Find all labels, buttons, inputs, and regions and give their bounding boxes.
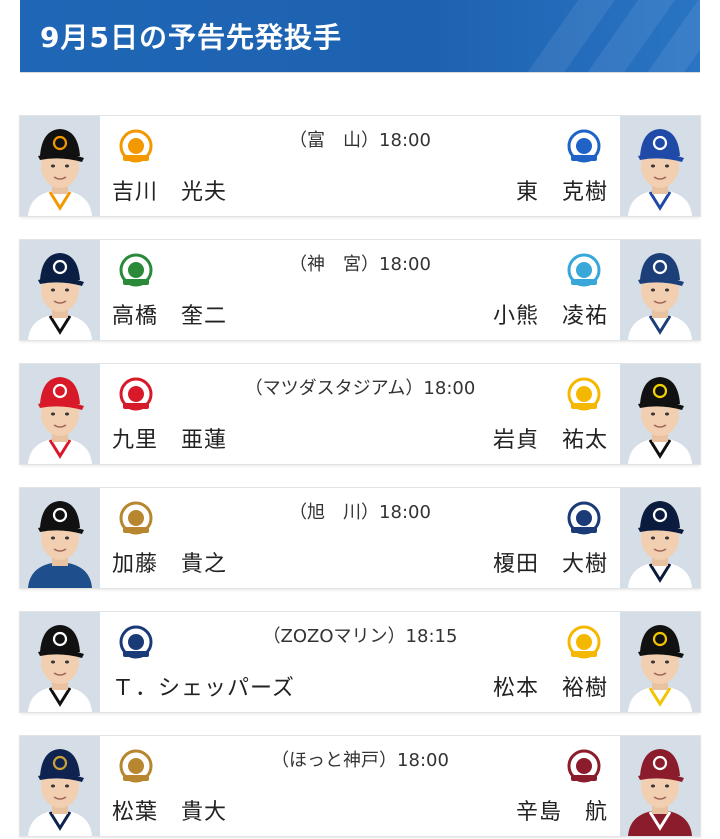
lions-logo-icon [562,498,606,538]
venue-time: （神 宮）18:00 [289,254,431,275]
right-pitcher-name[interactable]: 小熊 凌祐 [493,298,608,330]
hawks-logo-icon [562,622,606,662]
eagles-logo-icon [562,746,606,786]
page-title: 9月5日の予告先発投手 [40,21,342,54]
right-pitcher-photo [620,612,700,712]
tigers-logo-icon [562,374,606,414]
right-pitcher-name[interactable]: 松本 裕樹 [493,670,608,702]
dragons-logo-icon [562,250,606,290]
venue-time: （ほっと神戸）18:00 [271,750,449,771]
right-pitcher-name[interactable]: 岩貞 祐太 [493,422,608,454]
right-pitcher-photo [620,364,700,464]
left-pitcher-name[interactable]: 九里 亜蓮 [112,422,227,454]
right-pitcher-photo [620,240,700,340]
page-header: 9月5日の予告先発投手 [20,0,700,72]
right-pitcher-photo [620,488,700,588]
left-pitcher-name[interactable]: Ｔ．シェッパーズ [112,670,295,702]
venue-time: （旭 川）18:00 [289,502,431,523]
right-pitcher-photo [620,736,700,836]
venue-time: （富 山）18:00 [289,130,431,151]
left-pitcher-name[interactable]: 加藤 貴之 [112,546,227,578]
left-pitcher-name[interactable]: 吉川 光夫 [112,174,227,206]
left-pitcher-photo [20,612,100,712]
left-pitcher-name[interactable]: 高橋 奎二 [112,298,227,330]
left-pitcher-name[interactable]: 松葉 貴大 [112,794,227,826]
venue-time: （マツダスタジアム）18:00 [244,378,476,399]
matchup-card[interactable]: （富 山）18:00 吉川 光夫 東 克樹 [20,116,700,216]
matchup-card[interactable]: （ほっと神戸）18:00 松葉 貴大 辛島 航 [20,736,700,836]
right-pitcher-photo [620,116,700,216]
matchup-card[interactable]: （ZOZOマリン）18:15 Ｔ．シェッパーズ 松本 裕樹 [20,612,700,712]
right-pitcher-name[interactable]: 榎田 大樹 [493,546,608,578]
right-pitcher-name[interactable]: 辛島 航 [516,794,608,826]
header-decoration [520,0,700,72]
left-pitcher-photo [20,364,100,464]
left-pitcher-photo [20,488,100,588]
left-pitcher-photo [20,736,100,836]
right-pitcher-name[interactable]: 東 克樹 [516,174,608,206]
matchup-card[interactable]: （マツダスタジアム）18:00 九里 亜蓮 岩貞 祐太 [20,364,700,464]
baystars-logo-icon [562,126,606,166]
matchup-card[interactable]: （旭 川）18:00 加藤 貴之 榎田 大樹 [20,488,700,588]
matchup-card[interactable]: （神 宮）18:00 高橋 奎二 小熊 凌祐 [20,240,700,340]
left-pitcher-photo [20,116,100,216]
left-pitcher-photo [20,240,100,340]
venue-time: （ZOZOマリン）18:15 [262,626,458,647]
